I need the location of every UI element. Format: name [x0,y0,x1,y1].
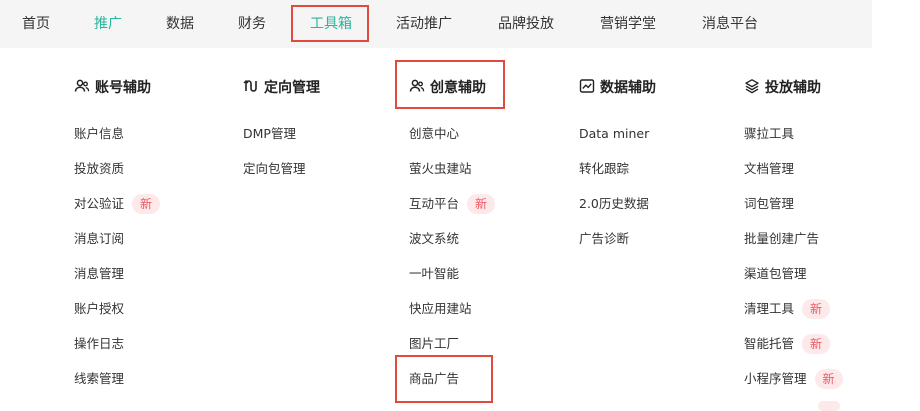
layers-icon [744,78,760,94]
menu-item-message-manage[interactable]: 消息管理 [74,264,124,284]
menu-item-corporate-verify[interactable]: 对公验证新 [74,194,161,214]
menu-item-label: 对公验证 [74,196,125,211]
menu-item-message-subscribe[interactable]: 消息订阅 [74,229,124,249]
column-title: 定向管理 [264,80,320,96]
menu-item-smart-hosting[interactable]: 智能托管新 [744,334,831,354]
route-icon [243,78,259,94]
product-ads-highlight-box [395,355,493,403]
users-icon [74,78,90,94]
column-header-delivery: 投放辅助 [744,78,821,98]
menu-item-qualifications[interactable]: 投放资质 [74,159,124,179]
column-title: 投放辅助 [765,80,821,96]
nav-finance[interactable]: 财务 [238,0,266,48]
menu-item-dmp-manage[interactable]: DMP管理 [243,124,296,144]
nav-academy[interactable]: 营销学堂 [600,0,656,48]
menu-item-lead-manage[interactable]: 线索管理 [74,369,124,389]
nav-promotion[interactable]: 推广 [94,0,122,48]
menu-item-creative-center[interactable]: 创意中心 [409,124,459,144]
creative-header-highlight-box [395,60,505,109]
menu-item-targeting-package[interactable]: 定向包管理 [243,159,306,179]
menu-item-account-info[interactable]: 账户信息 [74,124,124,144]
menu-item-account-auth[interactable]: 账户授权 [74,299,124,319]
menu-item-data-miner[interactable]: Data miner [579,124,649,144]
toolbox-dropdown: 账号辅助 账户信息 投放资质 对公验证新 消息订阅 消息管理 账户授权 操作日志… [0,48,920,406]
menu-item-label: 互动平台 [409,196,460,211]
column-header-account: 账号辅助 [74,78,151,98]
new-badge: 新 [802,299,831,319]
menu-item-conversion-tracking[interactable]: 转化跟踪 [579,159,629,179]
menu-item-quickapp-site[interactable]: 快应用建站 [409,299,472,319]
menu-item-firefly-site[interactable]: 萤火虫建站 [409,159,472,179]
nav-brand-ads[interactable]: 品牌投放 [498,0,554,48]
menu-item-label: 智能托管 [744,336,795,351]
menu-item-image-factory[interactable]: 图片工厂 [409,334,459,354]
new-badge: 新 [467,194,496,214]
top-nav: 首页 推广 数据 财务 工具箱 活动推广 品牌投放 营销学堂 消息平台 [0,0,872,48]
nav-home[interactable]: 首页 [22,0,50,48]
menu-item-pull-tool[interactable]: 骤拉工具 [744,124,794,144]
cut-off-badge [818,401,840,411]
menu-item-label: 小程序管理 [744,371,807,386]
menu-item-cleanup-tool[interactable]: 清理工具新 [744,299,831,319]
menu-item-bowen-system[interactable]: 波文系统 [409,229,459,249]
menu-item-operation-log[interactable]: 操作日志 [74,334,124,354]
toolbox-highlight-box [291,5,369,42]
menu-item-document-manage[interactable]: 文档管理 [744,159,794,179]
chart-icon [579,78,595,94]
column-title: 数据辅助 [600,80,656,96]
menu-item-label: 清理工具 [744,301,795,316]
column-title: 账号辅助 [95,80,151,96]
column-header-targeting: 定向管理 [243,78,320,98]
nav-messages[interactable]: 消息平台 [702,0,758,48]
nav-campaign[interactable]: 活动推广 [396,0,452,48]
new-badge: 新 [814,369,843,389]
menu-item-keyword-package[interactable]: 词包管理 [744,194,794,214]
menu-item-channel-package[interactable]: 渠道包管理 [744,264,807,284]
menu-item-miniprogram-manage[interactable]: 小程序管理新 [744,369,843,389]
new-badge: 新 [802,334,831,354]
nav-data[interactable]: 数据 [166,0,194,48]
menu-item-yiye-smart[interactable]: 一叶智能 [409,264,459,284]
menu-item-interactive-platform[interactable]: 互动平台新 [409,194,496,214]
menu-item-ad-diagnosis[interactable]: 广告诊断 [579,229,629,249]
column-header-data: 数据辅助 [579,78,656,98]
menu-item-history-data[interactable]: 2.0历史数据 [579,194,649,214]
new-badge: 新 [132,194,161,214]
menu-item-batch-create-ads[interactable]: 批量创建广告 [744,229,819,249]
